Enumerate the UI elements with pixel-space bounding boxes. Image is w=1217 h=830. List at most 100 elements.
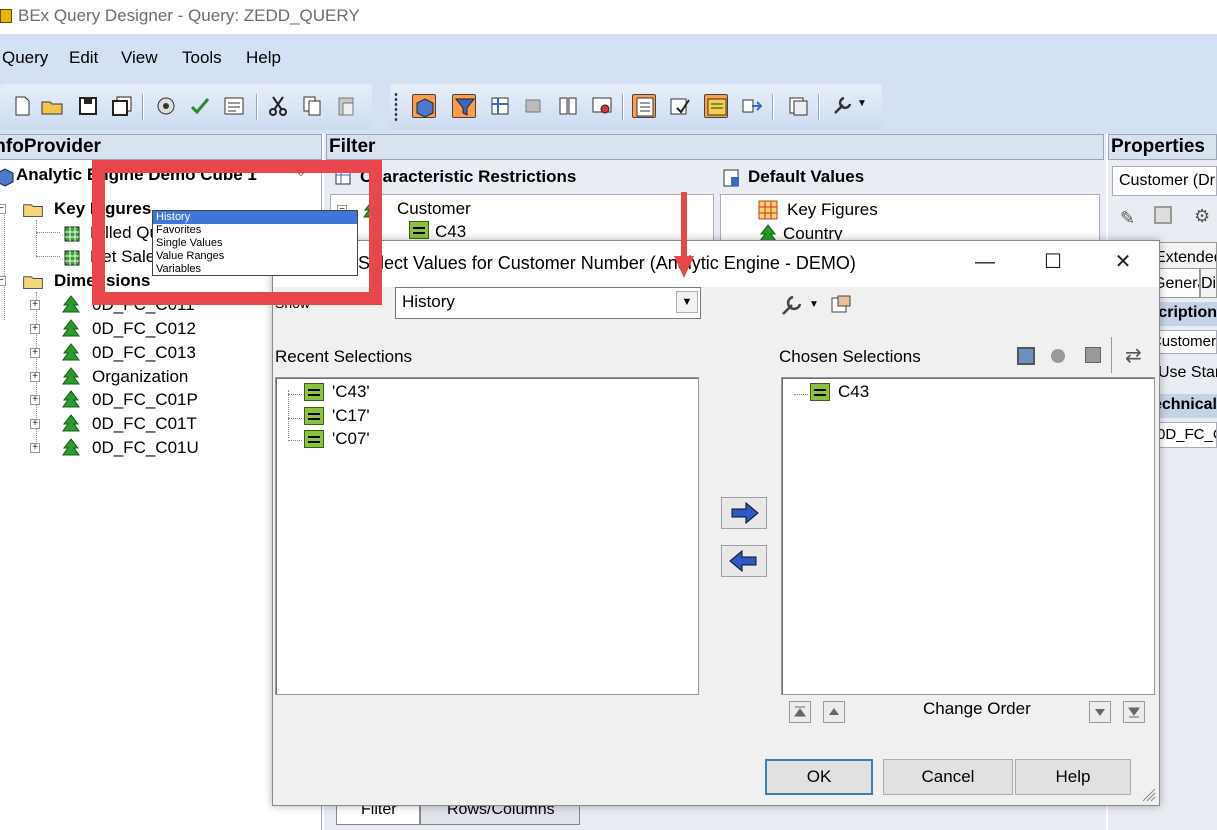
display-settings-icon[interactable] [829,293,853,317]
equals-icon [304,430,324,448]
remove-selection-button[interactable] [721,545,767,577]
tools-dropdown-icon[interactable] [830,94,854,118]
save-icon[interactable] [76,94,100,118]
use-standard-checkbox[interactable]: Use Stan [1152,362,1217,386]
stop-icon[interactable] [1085,347,1101,363]
ok-button[interactable]: OK [765,759,873,795]
circle-icon[interactable] [1051,349,1065,363]
dimension-icon [62,295,80,313]
pencil-icon[interactable]: ✎ [1120,208,1135,229]
paste-icon[interactable] [334,94,358,118]
properties-view-icon[interactable] [632,94,656,118]
menu-query[interactable]: Query [2,48,48,68]
infoprovider-header: InfoProvider [0,134,322,160]
dimension-icon [62,343,80,361]
dimension-icon [62,438,80,456]
move-bottom-button[interactable] [1123,701,1145,723]
tab-display[interactable]: Dis [1200,268,1217,298]
recent-selections-label: Recent Selections [275,347,413,366]
dimension-icon [62,367,80,385]
move-down-button[interactable] [1089,701,1111,723]
check-query-icon[interactable] [188,94,212,118]
window-title: BEx Query Designer - Query: ZEDD_QUERY [18,6,360,25]
equals-icon [409,221,429,239]
save-selection-icon[interactable] [1017,347,1035,365]
dimension-icon [62,414,80,432]
tasks-view-icon[interactable] [668,94,692,118]
window-title-bar: BEx Query Designer - Query: ZEDD_QUERY [0,0,1217,34]
minimize-icon[interactable]: — [949,241,1021,285]
chosen-selections-list[interactable]: C43 [781,377,1155,695]
default-values-list: Key Figures Country [720,194,1100,244]
show-dropdown[interactable]: History ▼ [395,287,701,319]
change-order-label: Change Order [923,699,1031,718]
infoprovider-view-icon[interactable] [412,94,436,118]
collapse-icon[interactable]: − [0,204,6,214]
restrictions-list: − Customer C43 [330,194,714,244]
publish-icon[interactable] [222,94,246,118]
folder-icon [23,204,43,218]
tools-icon[interactable]: ⚙ [1194,206,1210,227]
standard-toolbar [0,84,372,130]
help-button[interactable]: Help [1015,759,1131,795]
exceptions-icon[interactable] [590,94,614,118]
menu-help[interactable]: Help [246,48,281,68]
tools-dropdown-caret[interactable]: ▼ [857,98,867,109]
filter-header: Filter [326,134,1104,160]
restriction-value[interactable]: C43 [435,222,466,242]
properties-header: Properties [1108,134,1217,160]
save-all-icon[interactable] [110,94,134,118]
cancel-button[interactable]: Cancel [883,759,1013,795]
highlight-annotation [92,160,382,305]
char-restrictions-header: Characteristic Restrictions [330,164,710,192]
maximize-icon[interactable]: ☐ [1017,241,1089,285]
filter-view-icon[interactable] [452,94,476,118]
dialog-title: Select Values for Customer Number (Analy… [358,253,856,273]
default-values-header: Default Values [720,164,1100,192]
key-figure-icon [64,226,80,242]
documents-icon[interactable] [786,94,810,118]
new-query-icon[interactable] [10,94,34,118]
cut-icon[interactable] [266,94,290,118]
technical-field[interactable]: 0D_FC_CUS [1152,422,1217,448]
settings-caret-icon[interactable]: ▼ [809,299,819,310]
default-key-figures[interactable]: Key Figures [787,200,878,220]
properties-icon[interactable] [154,94,178,118]
dimension-icon [62,319,80,337]
copy-icon[interactable] [300,94,324,118]
dialog-title-bar: Select Values for Customer Number (Analy… [273,241,1159,287]
key-figures-grid-icon [758,200,778,220]
collapse-icon[interactable]: − [0,276,6,286]
default-values-icon [723,169,739,187]
recent-selections-list[interactable]: 'C43' 'C17' 'C07' [275,377,699,695]
move-up-button[interactable] [823,701,845,723]
conditions-icon[interactable] [556,94,580,118]
arrow-left-icon [729,549,757,573]
app-icon [0,9,12,23]
chosen-selections-label: Chosen Selections [779,347,921,366]
properties-dropdown[interactable]: Customer (Dril [1112,166,1217,196]
restriction-customer[interactable]: Customer [397,199,471,219]
where-used-icon[interactable] [740,94,764,118]
swap-icon[interactable]: ⇄ [1125,343,1142,368]
save-icon[interactable] [1154,206,1172,224]
rows-columns-icon[interactable] [488,94,512,118]
messages-view-icon[interactable] [704,94,728,118]
folder-icon [23,276,43,290]
description-field[interactable]: Customer [1152,330,1217,354]
cells-icon[interactable] [522,94,546,118]
move-top-button[interactable] [789,701,811,723]
add-selection-button[interactable] [721,497,767,529]
resize-grip-icon[interactable] [1139,785,1157,803]
dimension-icon [62,390,80,408]
menu-tools[interactable]: Tools [182,48,222,68]
menu-view[interactable]: View [121,48,158,68]
arrow-right-icon [731,501,759,525]
close-icon[interactable]: ✕ [1087,241,1159,285]
view-toolbar: ▼ [390,84,882,130]
equals-icon [810,383,830,401]
dropdown-arrow-icon[interactable]: ▼ [676,291,698,313]
menu-edit[interactable]: Edit [69,48,98,68]
open-folder-icon[interactable] [40,94,64,118]
settings-tools-icon[interactable] [779,293,805,319]
